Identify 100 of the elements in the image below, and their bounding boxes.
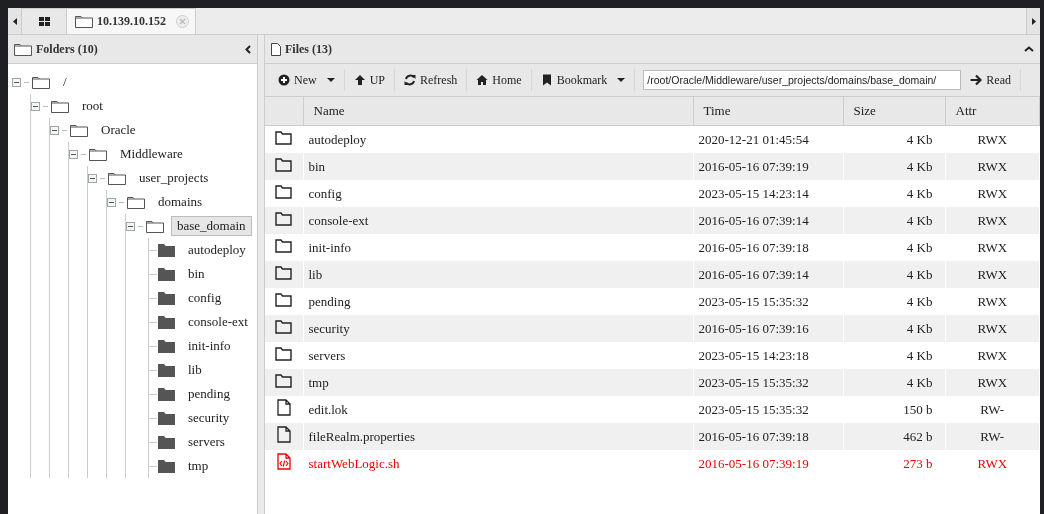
file-name[interactable]: security [303, 315, 693, 342]
collapse-panel-icon[interactable] [245, 44, 251, 54]
folder-icon [275, 157, 293, 172]
table-cell: RWX [945, 153, 1040, 180]
tree-item[interactable]: init-info [182, 336, 237, 356]
folder-icon [158, 459, 175, 473]
collapse-icon[interactable] [69, 149, 78, 159]
folder-icon [14, 42, 32, 56]
host-tab[interactable]: 10.139.10.152 [66, 8, 196, 34]
tree-item[interactable]: user_projects [133, 168, 215, 188]
table-cell: 2016-05-16 07:39:14 [693, 207, 843, 234]
scroll-left-button[interactable] [8, 8, 22, 34]
caret-icon[interactable] [326, 78, 335, 82]
bookmark-button[interactable]: Bookmark [531, 69, 636, 91]
tree-item[interactable]: lib [182, 360, 208, 380]
up-button[interactable]: UP [344, 69, 395, 91]
collapse-icon[interactable] [107, 197, 116, 207]
new-button[interactable]: New [269, 69, 345, 91]
folder-icon [275, 292, 293, 307]
tree-item[interactable]: console-ext [182, 312, 254, 332]
collapse-icon[interactable] [50, 125, 59, 135]
home-button[interactable]: Home [467, 69, 532, 91]
tree-item[interactable]: autodeploy [182, 240, 252, 260]
column-header[interactable]: Name [303, 97, 693, 126]
table-cell: RWX [945, 261, 1040, 288]
table-cell: 273 b [843, 450, 945, 477]
table-cell: 4 Kb [843, 207, 945, 234]
path-field[interactable]: /root/Oracle/Middleware/user_projects/domains/base_domain/ [643, 70, 962, 90]
folder-icon [89, 147, 107, 161]
table-cell: 4 Kb [843, 315, 945, 342]
file-name[interactable]: tmp [303, 369, 693, 396]
folder-icon [158, 411, 175, 425]
dashboard-tab[interactable] [21, 8, 67, 34]
folder-icon [275, 184, 293, 199]
folder-icon [158, 339, 175, 353]
home-icon [476, 74, 489, 86]
collapse-icon[interactable] [31, 101, 40, 111]
folder-icon [158, 291, 175, 305]
file-icon [276, 426, 291, 443]
folder-icon [158, 387, 175, 401]
tree-item[interactable]: pending [182, 384, 236, 404]
folder-icon [108, 171, 126, 185]
left-arrow-icon [12, 17, 17, 25]
file-name[interactable]: console-ext [303, 207, 693, 234]
panel-title: Folders (10) [36, 41, 98, 57]
folder-icon [275, 319, 293, 334]
folder-icon [158, 267, 175, 281]
folder-icon [275, 238, 293, 253]
tree-item[interactable]: security [182, 408, 236, 428]
folder-icon [158, 435, 175, 449]
caret-icon[interactable] [617, 78, 626, 82]
table-cell: 4 Kb [843, 261, 945, 288]
tree-item[interactable]: / [57, 72, 73, 92]
file-name[interactable]: bin [303, 153, 693, 180]
plus-circle-icon [278, 74, 290, 86]
folder-icon [127, 195, 145, 209]
file-name[interactable]: startWebLogic.sh [303, 450, 693, 477]
tree-item[interactable]: servers [182, 432, 231, 452]
table-cell: RWX [945, 450, 1040, 477]
file-name[interactable]: fileRealm.properties [303, 423, 693, 450]
table-cell: 4 Kb [843, 369, 945, 396]
right-arrow-icon [970, 74, 983, 86]
file-name[interactable]: lib [303, 261, 693, 288]
folder-icon [275, 346, 293, 361]
collapse-icon[interactable] [126, 221, 135, 231]
collapse-panel-icon[interactable] [1024, 46, 1034, 52]
code-file-icon [276, 453, 291, 470]
tree-item[interactable]: Middleware [114, 144, 189, 164]
tree-item[interactable]: root [76, 96, 109, 116]
refresh-button[interactable]: Refresh [395, 69, 468, 91]
table-cell: 2016-05-16 07:39:18 [693, 423, 843, 450]
table-cell: RWX [945, 207, 1040, 234]
tree-item[interactable]: Oracle [95, 120, 142, 140]
tree-item[interactable]: config [182, 288, 228, 308]
scroll-right-button[interactable] [1026, 8, 1040, 34]
folder-icon [158, 243, 175, 257]
tree-item[interactable]: domains [152, 192, 209, 212]
folder-icon [275, 211, 293, 226]
table-cell: 2016-05-16 07:39:19 [693, 153, 843, 180]
tree-item[interactable]: bin [182, 264, 211, 284]
grid-icon [38, 17, 50, 26]
tree-item[interactable]: base_domain [171, 216, 252, 236]
collapse-icon[interactable] [12, 77, 21, 87]
tree-item[interactable]: tmp [182, 456, 215, 476]
column-header[interactable]: Attr [945, 97, 1040, 126]
folder-icon [70, 123, 88, 137]
column-header[interactable]: Time [693, 97, 843, 126]
table-cell: RWX [945, 369, 1040, 396]
file-icon [271, 42, 281, 56]
bookmark-icon [540, 74, 553, 86]
panel-title: Files (13) [285, 41, 332, 57]
table-cell: 2016-05-16 07:39:19 [693, 450, 843, 477]
read-button[interactable]: Read [961, 69, 1021, 91]
collapse-icon[interactable] [88, 173, 97, 183]
column-header[interactable]: Size [843, 97, 945, 126]
table-cell: RWX [945, 315, 1040, 342]
folder-icon [275, 265, 293, 280]
up-arrow-icon [353, 74, 366, 86]
table-cell: 2016-05-16 07:39:14 [693, 261, 843, 288]
table-cell: 2023-05-15 15:35:32 [693, 369, 843, 396]
